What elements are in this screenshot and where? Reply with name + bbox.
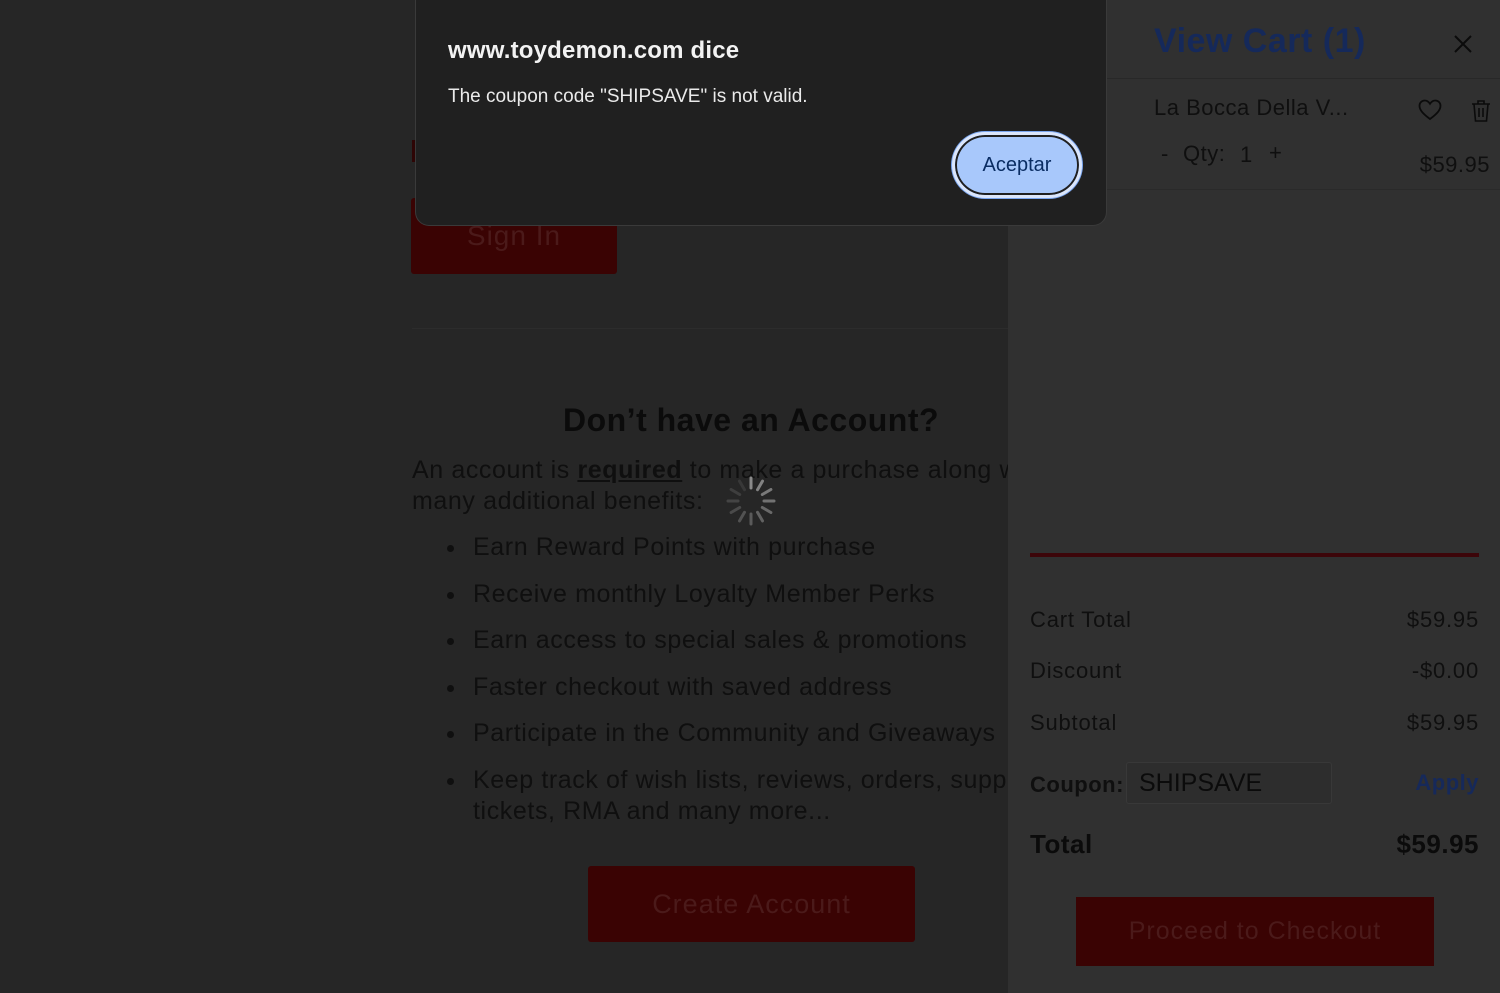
section-divider bbox=[412, 328, 1008, 329]
discount-row: Discount -$0.00 bbox=[1030, 658, 1479, 684]
benefit-item: Earn access to special sales & promotion… bbox=[445, 625, 1008, 656]
cart-item-price: $59.95 bbox=[1419, 152, 1490, 177]
close-icon[interactable] bbox=[1451, 32, 1475, 56]
grand-total-label: Total bbox=[1030, 829, 1093, 859]
coupon-label: Coupon: bbox=[1030, 772, 1124, 797]
qty-increase-button[interactable]: + bbox=[1269, 140, 1282, 166]
subtotal-label: Subtotal bbox=[1030, 710, 1118, 735]
create-account-button[interactable]: Create Account bbox=[588, 866, 915, 942]
cart-total-value: $59.95 bbox=[1406, 607, 1479, 632]
no-account-heading: Don’t have an Account? bbox=[562, 402, 940, 438]
loading-spinner-icon bbox=[726, 476, 776, 526]
required-emphasis: required bbox=[577, 456, 683, 484]
benefit-item: Participate in the Community and Giveawa… bbox=[445, 718, 1008, 749]
summary-divider bbox=[1030, 553, 1479, 557]
dialog-message: The coupon code "SHIPSAVE" is not valid. bbox=[448, 86, 808, 107]
discount-value: -$0.00 bbox=[1411, 658, 1479, 683]
benefit-item: Keep track of wish lists, reviews, order… bbox=[445, 765, 1008, 827]
benefit-item: Receive monthly Loyalty Member Perks bbox=[445, 579, 1008, 610]
benefit-item: Earn Reward Points with purchase bbox=[445, 532, 1008, 563]
subtotal-row: Subtotal $59.95 bbox=[1030, 710, 1479, 736]
grand-total-row: Total $59.95 bbox=[1030, 829, 1479, 860]
qty-decrease-button[interactable]: - bbox=[1161, 141, 1168, 167]
cart-title: View Cart (1) bbox=[1154, 22, 1366, 60]
alert-dialog: www.toydemon.com dice The coupon code "S… bbox=[415, 0, 1107, 226]
grand-total-value: $59.95 bbox=[1396, 829, 1479, 859]
subtotal-value: $59.95 bbox=[1406, 710, 1479, 735]
dialog-title: www.toydemon.com dice bbox=[448, 37, 740, 64]
benefit-item: Faster checkout with saved address bbox=[445, 672, 1008, 703]
discount-label: Discount bbox=[1030, 658, 1122, 683]
coupon-input[interactable] bbox=[1126, 762, 1332, 804]
accept-button[interactable]: Aceptar bbox=[952, 132, 1082, 198]
benefits-list: Earn Reward Points with purchase Receive… bbox=[445, 532, 1008, 842]
cart-item-name[interactable]: La Bocca Della V... bbox=[1154, 95, 1349, 121]
cart-total-row: Cart Total $59.95 bbox=[1030, 607, 1479, 633]
cart-total-label: Cart Total bbox=[1030, 607, 1132, 632]
trash-icon[interactable] bbox=[1470, 99, 1492, 123]
intro-text: An account is bbox=[412, 456, 578, 484]
qty-value: 1 bbox=[1240, 142, 1253, 167]
heart-icon[interactable] bbox=[1418, 99, 1442, 121]
qty-label: Qty: bbox=[1183, 141, 1226, 166]
apply-coupon-button[interactable]: Apply bbox=[1415, 770, 1479, 796]
account-intro: An account is required to make a purchas… bbox=[412, 455, 1008, 517]
proceed-to-checkout-button[interactable]: Proceed to Checkout bbox=[1076, 897, 1434, 966]
intro-line-2: many additional benefits: bbox=[412, 487, 704, 515]
